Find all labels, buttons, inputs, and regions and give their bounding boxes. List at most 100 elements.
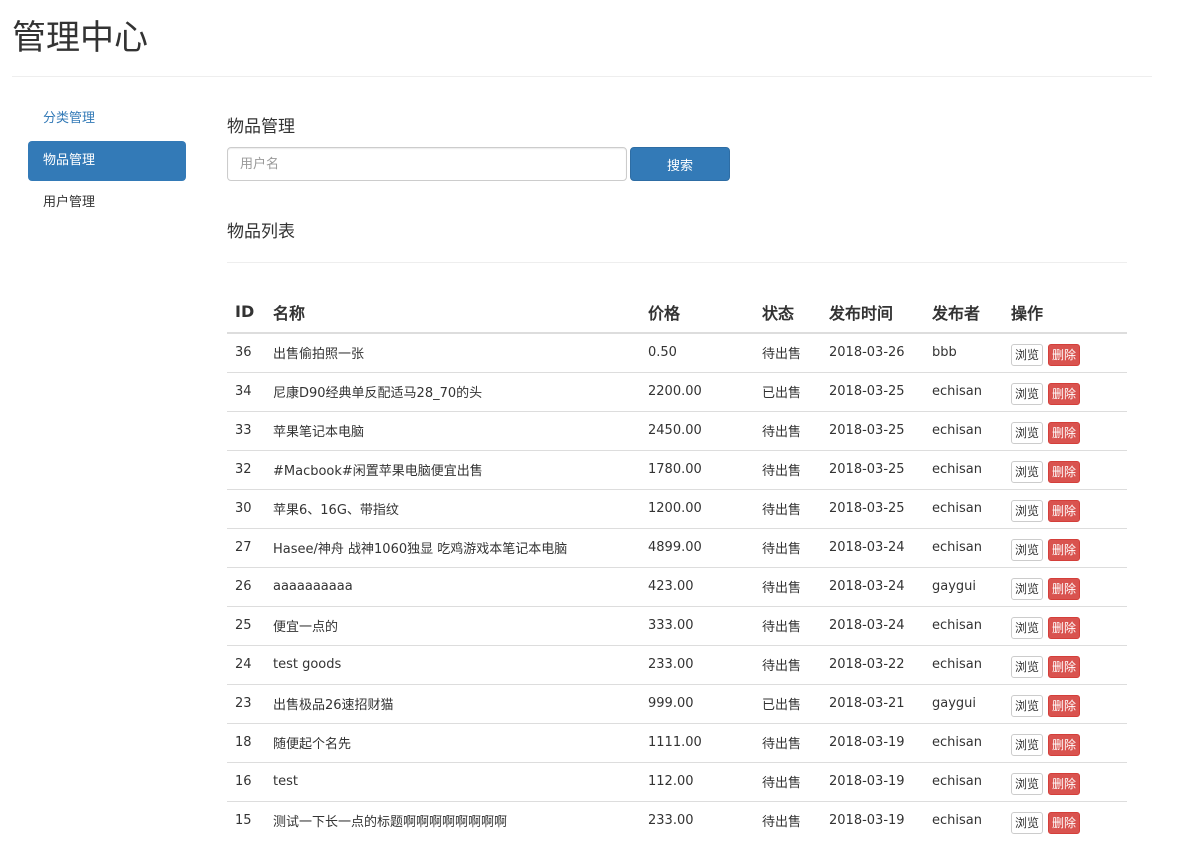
cell-actions: 浏览 删除 (1003, 527, 1127, 567)
cell-publish-time: 2018-03-26 (829, 345, 905, 361)
cell-price: 1200.00 (640, 488, 754, 528)
cell-name: test (265, 761, 640, 801)
cell-price: 333.00 (640, 605, 754, 645)
sidebar: 分类管理 物品管理 用户管理 (28, 99, 186, 225)
sidebar-item-user-management[interactable]: 用户管理 (28, 183, 186, 223)
view-button[interactable]: 浏览 (1011, 811, 1044, 834)
cell-publisher: echisan (924, 488, 1003, 528)
cell-publish-time: 2018-03-19 (821, 722, 924, 762)
cell-publisher: echisan (924, 605, 1003, 645)
cell-name: test goods (265, 644, 640, 684)
cell-publish-time: 2018-03-25 (821, 410, 924, 450)
table-row: 25 便宜一点的 333.00 待出售 2018-03-24 echisan 浏览 删除 (227, 605, 1127, 645)
cell-actions: 浏览 删除 (1003, 449, 1127, 489)
table-row: 36 出售偷拍照一张 0.50 待出售 2018-03-26 bbb 浏览 删除 (227, 333, 1127, 372)
delete-button[interactable]: 删除 (1048, 343, 1081, 366)
table-row: 27 Hasee/神舟 战神1060独显 吃鸡游戏本笔记本电脑 4899.00 待出售… (227, 527, 1127, 567)
view-button[interactable]: 浏览 (1011, 460, 1044, 483)
cell-publisher: echisan (924, 644, 1003, 684)
delete-button[interactable]: 删除 (1048, 538, 1081, 561)
cell-status: 待出售 (754, 527, 821, 567)
cell-name: 随便起个名先 (265, 722, 640, 762)
sidebar-item-category-management[interactable]: 分类管理 (28, 99, 186, 139)
view-button[interactable]: 浏览 (1011, 577, 1044, 600)
cell-status: 待出售 (754, 449, 821, 489)
delete-button[interactable]: 删除 (1048, 655, 1081, 678)
cell-publisher: echisan (924, 800, 1003, 840)
delete-button[interactable]: 删除 (1048, 460, 1081, 483)
view-button[interactable]: 浏览 (1011, 343, 1044, 366)
cell-status: 待出售 (754, 605, 821, 645)
cell-status: 待出售 (754, 722, 821, 762)
cell-publisher: gaygui (924, 683, 1003, 723)
cell-publisher: echisan (924, 371, 1003, 411)
cell-name: 出售极品26速招财猫 (265, 683, 640, 723)
cell-publisher: echisan (924, 761, 1003, 801)
cell-name: 测试一下长一点的标题啊啊啊啊啊啊啊啊 (265, 800, 640, 840)
cell-id: 30 (227, 488, 265, 528)
delete-button[interactable]: 删除 (1048, 499, 1081, 522)
view-button[interactable]: 浏览 (1011, 655, 1044, 678)
cell-publish-time: 2018-03-24 (821, 566, 924, 606)
cell-status: 待出售 (754, 566, 821, 606)
header-actions: 操作 (1003, 291, 1127, 334)
delete-button[interactable]: 删除 (1048, 772, 1081, 795)
cell-id: 18 (227, 722, 265, 762)
cell-price: 1780.00 (640, 449, 754, 489)
view-button[interactable]: 浏览 (1011, 733, 1044, 756)
cell-actions: 浏览 删除 (1003, 644, 1127, 684)
header-id: ID (227, 291, 265, 334)
cell-id: 15 (227, 800, 265, 840)
delete-button[interactable]: 删除 (1048, 733, 1081, 756)
cell-id: 24 (227, 644, 265, 684)
table-row: 26 aaaaaaaaaa 423.00 待出售 2018-03-24 gaygui 浏览删… (227, 566, 1127, 606)
page-title: 管理中心 (12, 18, 148, 58)
table-row: 34 尼康D90经典单反配适马28_70的头 2200.00 已出售 2018-03-2… (227, 371, 1127, 411)
table-header-row: ID 名称 价格 状态 发布时间 发布者 操作 (227, 291, 1127, 334)
cell-name: 尼康D90经典单反配适马28_70的头 (265, 371, 640, 411)
view-button[interactable]: 浏览 (1011, 694, 1044, 717)
table-row: 16 test 112.00 待出售 2018-03-19 echisan 浏览 删除 (227, 761, 1127, 801)
cell-name: aaaaaaaaaa (265, 566, 640, 606)
table-row: 24 test goods 233.00 待出售 2018-03-22 echisan 浏览… (227, 644, 1127, 684)
cell-publisher: echisan (924, 410, 1003, 450)
view-button[interactable]: 浏览 (1011, 772, 1044, 795)
cell-actions: 浏览 删除 (1003, 566, 1127, 606)
table-row: 32 #Macbook#闲置苹果电脑便宜出售 1780.00 待出售 2018-03-2… (227, 449, 1127, 489)
search-button[interactable]: 搜索 (630, 147, 730, 181)
delete-button[interactable]: 删除 (1048, 382, 1081, 405)
cell-status: 待出售 (754, 410, 821, 450)
view-button[interactable]: 浏览 (1011, 421, 1044, 444)
cell-status: 待出售 (754, 488, 821, 528)
view-button[interactable]: 浏览 (1011, 499, 1044, 522)
search-input[interactable] (227, 147, 627, 181)
view-button[interactable]: 浏览 (1011, 538, 1044, 561)
view-button[interactable]: 浏览 (1011, 616, 1044, 639)
delete-button[interactable]: 删除 (1048, 577, 1081, 600)
cell-publisher: echisan (924, 722, 1003, 762)
cell-publish-time: 2018-03-24 (821, 605, 924, 645)
cell-id: 16 (227, 761, 265, 801)
header-publish-time: 发布时间 (821, 291, 924, 334)
cell-status: 已出售 (754, 683, 821, 723)
cell-publisher: bbb (932, 345, 957, 361)
sidebar-item-goods-management[interactable]: 物品管理 (28, 141, 186, 181)
cell-publish-time: 2018-03-19 (821, 800, 924, 840)
cell-actions: 浏览 删除 (1003, 605, 1127, 645)
cell-name: 便宜一点的 (265, 605, 640, 645)
delete-button[interactable]: 删除 (1048, 811, 1081, 834)
view-button[interactable]: 浏览 (1011, 382, 1044, 405)
table-row: 15 测试一下长一点的标题啊啊啊啊啊啊啊啊 233.00 待出售 2018-03-19 e… (227, 800, 1127, 840)
delete-button[interactable]: 删除 (1048, 694, 1081, 717)
cell-price: 233.00 (640, 800, 754, 840)
cell-id: 26 (227, 566, 265, 606)
cell-price: 233.00 (640, 644, 754, 684)
cell-price: 423.00 (640, 566, 754, 606)
cell-publish-time: 2018-03-22 (821, 644, 924, 684)
cell-id: 32 (227, 449, 265, 489)
main-content: 物品管理 搜索 物品列表 ID 名称 价格 状态 发布时间 发布者 操作 36 出… (227, 112, 1127, 840)
delete-button[interactable]: 删除 (1048, 616, 1081, 639)
delete-button[interactable]: 删除 (1048, 421, 1081, 444)
header-status: 状态 (754, 291, 821, 334)
cell-id: 25 (227, 605, 265, 645)
